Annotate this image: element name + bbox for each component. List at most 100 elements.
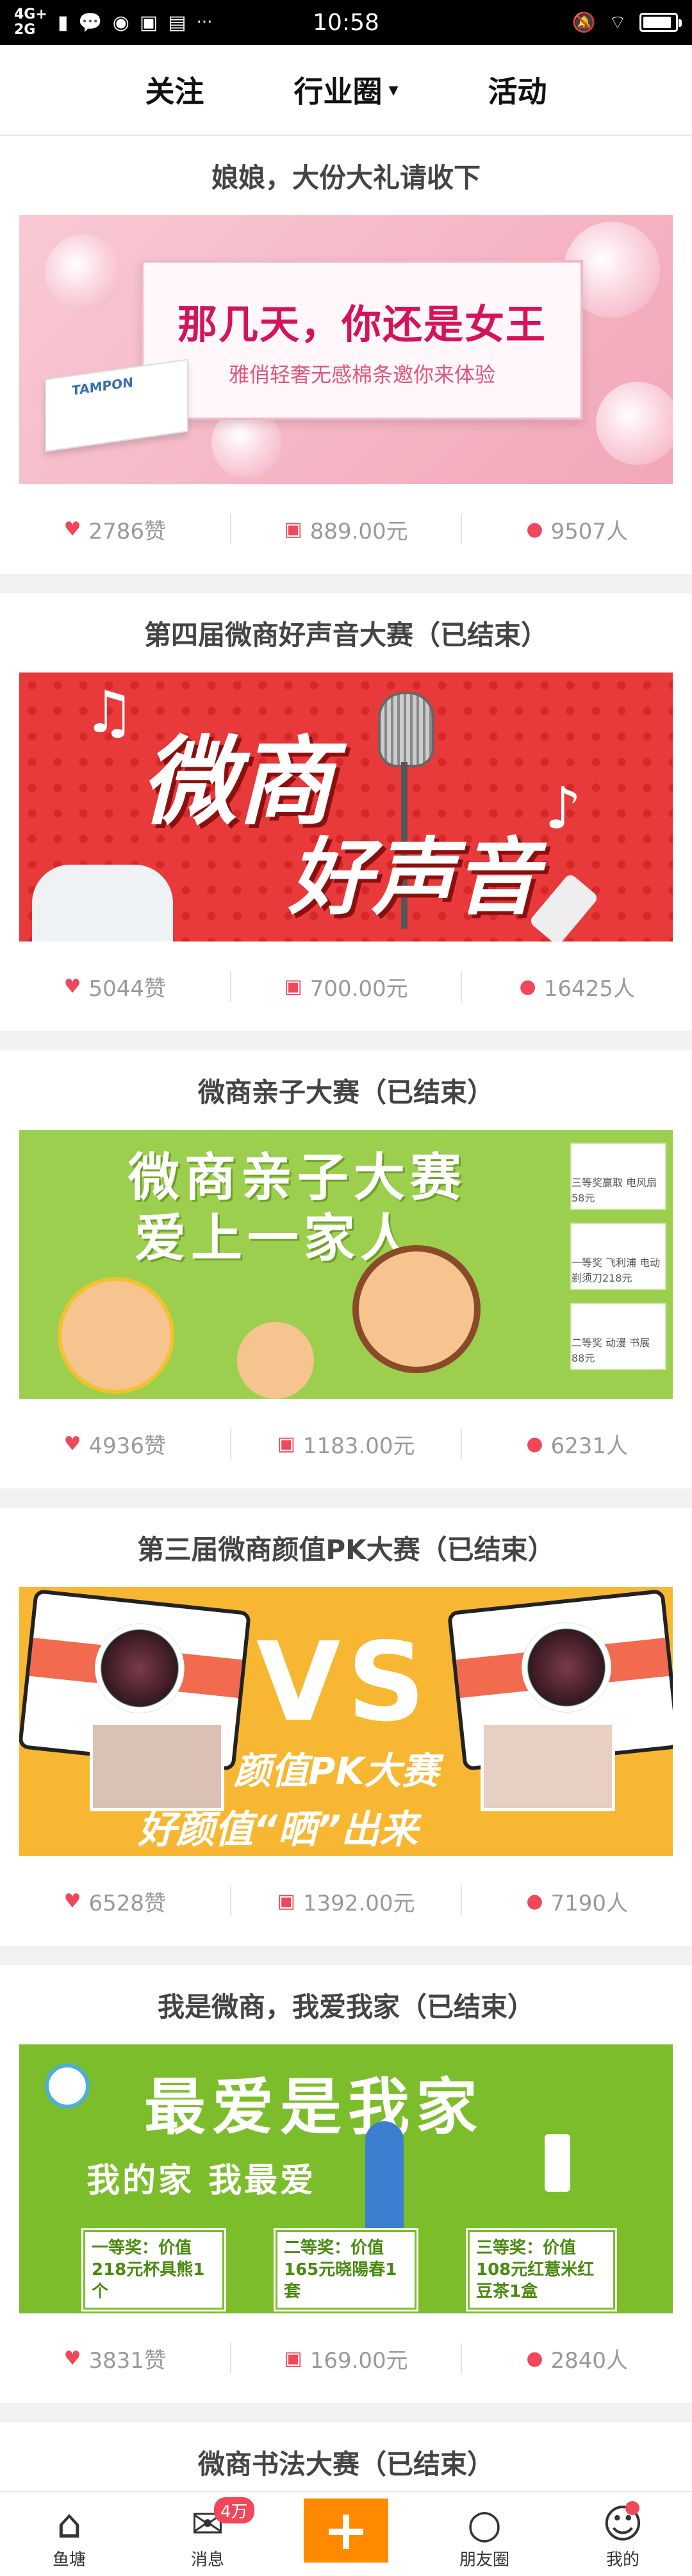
music-note-icon: ♫ xyxy=(83,679,135,746)
status-bar: 4G+ 2G ▮ 💬 ◉ ▣ ▤ ··· 10:58 🔕 ⌔ xyxy=(0,0,692,45)
amount-stat: ▣ 169.00元 xyxy=(229,2343,461,2374)
amount-stat: ▣ 889.00元 xyxy=(229,514,461,544)
wechat-icon: 💬 xyxy=(78,11,103,34)
plus-icon[interactable]: + xyxy=(304,2499,388,2563)
tab-profile[interactable]: ☺ 我的 xyxy=(554,2492,692,2575)
activity-card[interactable]: 第四届微商好声音大赛（已结束） ♫ ♪ 微商 好声音 ♥ 5044赞 ▣ 700.0… xyxy=(0,593,692,1031)
message-badge: 4万 xyxy=(214,2497,254,2523)
card-title[interactable]: 微商书法大赛（已结束） xyxy=(0,2422,692,2502)
heart-icon: ♥ xyxy=(63,1432,81,1455)
notification-dot xyxy=(625,2501,639,2515)
tab-profile-label: 我的 xyxy=(606,2550,639,2570)
gift-icon: ▣ xyxy=(284,518,302,541)
person-icon: ● xyxy=(526,1889,543,1912)
card-stats: ♥ 2786赞 ▣ 889.00元 ● 9507人 xyxy=(0,484,692,574)
portrait-photo xyxy=(481,1722,615,1811)
likes-stat[interactable]: ♥ 2786赞 xyxy=(0,514,230,545)
prize-second: 二等奖：价值 165元晓陽春1套 xyxy=(274,2228,418,2311)
people-count: 7190人 xyxy=(550,1890,629,1916)
person-icon: ● xyxy=(526,518,543,541)
card-banner[interactable]: VS 颜值PK大赛 好颜值“晒”出来 xyxy=(19,1587,673,1856)
signal-icon: ▮ xyxy=(57,11,69,34)
prize-item: 二等奖 动漫 书展 88元 xyxy=(570,1303,666,1370)
tab-moments[interactable]: ○ 朋友圈 xyxy=(415,2492,554,2575)
activity-card[interactable]: 我是微商，我爱我家（已结束） 最爱是我家 我的家 我最爱 一等奖：价值 218元… xyxy=(0,1965,692,2403)
card-title[interactable]: 第四届微商好声音大赛（已结束） xyxy=(0,593,692,673)
card-banner[interactable]: 最爱是我家 我的家 我最爱 一等奖：价值 218元杯具熊1个 二等奖：价值 16… xyxy=(19,2044,673,2313)
likes-count: 6528赞 xyxy=(88,1890,167,1916)
tab-moments-label: 朋友圈 xyxy=(459,2550,509,2570)
sim-icon: ▤ xyxy=(168,11,186,34)
card-title[interactable]: 娘娘，大份大礼请收下 xyxy=(0,136,692,215)
card-banner[interactable]: 那几天，你还是女王 雅俏轻奢无感棉条邀你来体验 TAMPON xyxy=(19,215,673,484)
likes-count: 4936赞 xyxy=(88,1433,167,1459)
amount-stat: ▣ 700.00元 xyxy=(229,971,461,1002)
prize-third: 三等奖：价值 108元红薏米红 豆茶1盒 xyxy=(466,2228,617,2311)
portrait-photo xyxy=(90,1722,224,1811)
person-icon: ● xyxy=(526,2347,543,2370)
people-count: 9507人 xyxy=(550,518,629,544)
home-icon: ⌂ xyxy=(56,2500,82,2547)
people-stat: ● 16425人 xyxy=(461,971,692,1002)
card-banner[interactable]: ♫ ♪ 微商 好声音 xyxy=(19,673,673,942)
activity-feed: 娘娘，大份大礼请收下 那几天，你还是女王 雅俏轻奢无感棉条邀你来体验 TAMPO… xyxy=(0,136,692,2576)
banner-line1: 颜值PK大赛 xyxy=(234,1749,439,1793)
likes-stat[interactable]: ♥ 4936赞 xyxy=(0,1428,230,1460)
people-stat: ● 2840人 xyxy=(461,2343,692,2374)
banner-line1: 最爱是我家 xyxy=(144,2071,484,2143)
heart-icon: ♥ xyxy=(63,1889,81,1912)
heart-icon: ♥ xyxy=(63,975,81,998)
network-indicator: 4G+ 2G xyxy=(14,7,47,38)
plant-illustration xyxy=(545,2134,570,2192)
tab-follow[interactable]: 关注 xyxy=(100,69,249,111)
tab-messages-label: 消息 xyxy=(190,2550,224,2570)
more-notifications: ··· xyxy=(196,13,213,32)
tab-industry[interactable]: 行业圈 ▾ xyxy=(249,69,443,111)
camera-lens xyxy=(90,1618,189,1718)
card-title[interactable]: 微商亲子大赛（已结束） xyxy=(0,1050,692,1130)
top-nav: 关注 行业圈 ▾ 活动 xyxy=(0,45,692,135)
android-icon: ◉ xyxy=(112,11,129,34)
card-stats: ♥ 3831赞 ▣ 169.00元 ● 2840人 xyxy=(0,2313,692,2403)
banner-vs: VS xyxy=(256,1619,432,1746)
likes-count: 2786赞 xyxy=(88,518,167,544)
activity-card[interactable]: 第三届微商颜值PK大赛（已结束） VS 颜值PK大赛 好颜值“晒”出来 ♥ 652… xyxy=(0,1508,692,1946)
card-stats: ♥ 6528赞 ▣ 1392.00元 ● 7190人 xyxy=(0,1856,692,1946)
product-brand: TAMPON xyxy=(72,374,133,398)
network-top: 4G+ xyxy=(14,6,47,22)
tab-fishpond-label: 鱼塘 xyxy=(52,2550,86,2570)
amount-value: 169.00元 xyxy=(309,2347,408,2374)
tab-fishpond[interactable]: ⌂ 鱼塘 xyxy=(0,2492,138,2575)
tab-activity[interactable]: 活动 xyxy=(443,69,592,111)
prize-item: 一等奖 飞利浦 电动剃须刀218元 xyxy=(570,1223,666,1290)
people-stat: ● 6231人 xyxy=(461,1428,692,1459)
likes-stat[interactable]: ♥ 3831赞 xyxy=(0,2343,230,2374)
tab-publish[interactable]: + xyxy=(277,2492,415,2575)
gift-icon: ▣ xyxy=(284,975,302,998)
activity-card[interactable]: 微商亲子大赛（已结束） 微商亲子大赛 爱上一家人 三等奖赢取 电风扇58元 一等… xyxy=(0,1050,692,1488)
banner-line2: 好声音 xyxy=(288,829,539,926)
tab-messages[interactable]: ✉ 消息 4万 xyxy=(138,2492,277,2575)
likes-count: 5044赞 xyxy=(88,975,167,1002)
screenshot-icon: ▣ xyxy=(139,11,158,34)
card-title[interactable]: 第三届微商颜值PK大赛（已结束） xyxy=(0,1508,692,1587)
amount-value: 1183.00元 xyxy=(302,1433,415,1459)
activity-card[interactable]: 娘娘，大份大礼请收下 那几天，你还是女王 雅俏轻奢无感棉条邀你来体验 TAMPO… xyxy=(0,136,692,574)
heart-icon: ♥ xyxy=(63,518,81,541)
tab-follow-label: 关注 xyxy=(145,74,204,109)
card-banner[interactable]: 微商亲子大赛 爱上一家人 三等奖赢取 电风扇58元 一等奖 飞利浦 电动剃须刀2… xyxy=(19,1130,673,1399)
card-stats: ♥ 4936赞 ▣ 1183.00元 ● 6231人 xyxy=(0,1399,692,1488)
card-title[interactable]: 我是微商，我爱我家（已结束） xyxy=(0,1965,692,2044)
people-stat: ● 9507人 xyxy=(461,514,692,544)
wifi-icon: ⌔ xyxy=(608,12,627,34)
person-icon: ● xyxy=(519,975,536,998)
camera-lens xyxy=(517,1618,616,1717)
likes-count: 3831赞 xyxy=(88,2347,167,2374)
prize-first: 一等奖：价值 218元杯具熊1个 xyxy=(81,2228,226,2311)
likes-stat[interactable]: ♥ 6528赞 xyxy=(0,1886,230,1917)
likes-stat[interactable]: ♥ 5044赞 xyxy=(0,971,230,1002)
gift-icon: ▣ xyxy=(277,1889,295,1912)
card-stats: ♥ 5044赞 ▣ 700.00元 ● 16425人 xyxy=(0,942,692,1031)
family-illustration xyxy=(237,1322,314,1399)
network-bottom: 2G xyxy=(14,22,36,38)
